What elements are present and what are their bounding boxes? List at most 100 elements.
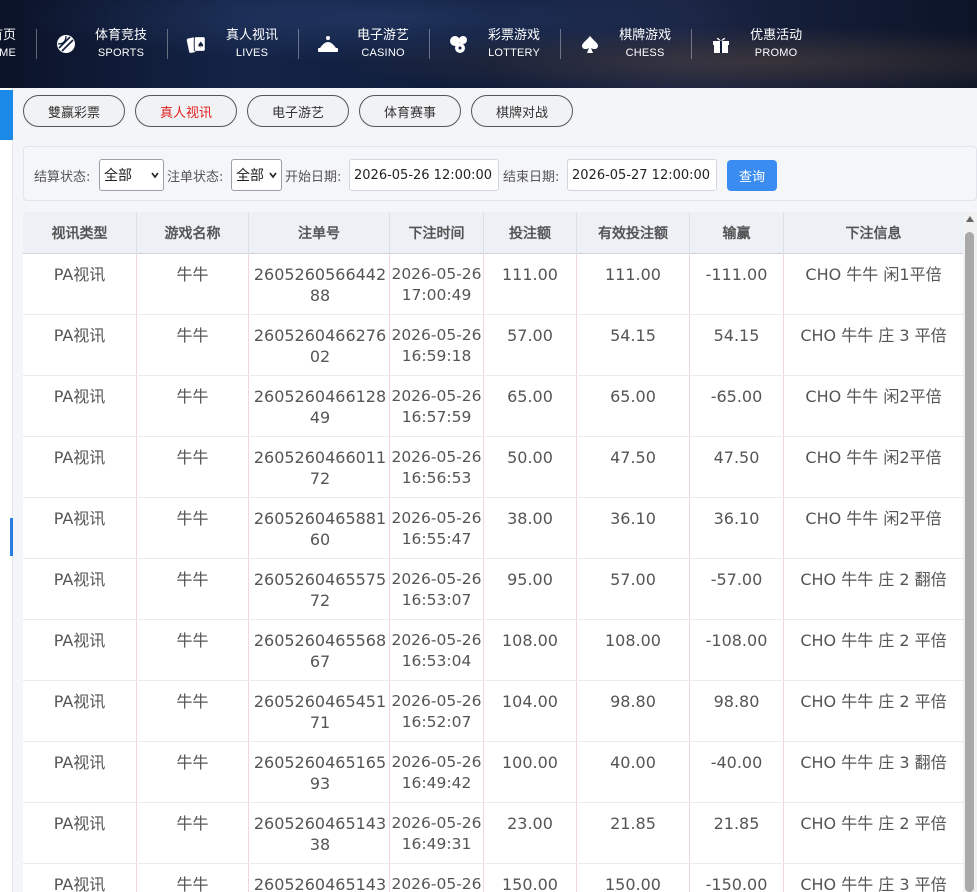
gift-icon	[710, 33, 732, 55]
chevron-down-icon	[269, 172, 277, 179]
cell-win-loss: -40.00	[690, 742, 784, 802]
settle-status-select[interactable]: 全部	[99, 159, 164, 191]
cell-game-name: 牛牛	[137, 803, 249, 863]
table-row: PA视讯 牛牛 260526046556867 2026-05-26 16:53:04 1…	[23, 620, 963, 681]
cell-bet-info: CHO 牛牛 庄 3 平倍	[800, 875, 947, 892]
bet-clock-time: 16:49:42	[401, 774, 472, 792]
left-sidebar-edge	[0, 88, 13, 892]
cell-valid-bet: 54.15	[577, 315, 690, 375]
table-row: PA视讯 牛牛 260526046514338 2026-05-26 16:49:31 2…	[23, 803, 963, 864]
cell-bet-info: CHO 牛牛 庄 2 平倍	[800, 692, 947, 711]
bet-records-table: 视讯类型 游戏名称 注单号 下注时间 投注额 有效投注额 输赢 下注信息 PA视…	[23, 212, 963, 892]
filter-bar: 结算状态: 全部 注单状态: 全部 开始日期: 2026-05-26 12:00…	[23, 146, 977, 201]
end-date-value: 2026-05-27 12:00:00	[572, 167, 711, 183]
cell-bet-info: CHO 牛牛 闲1平倍	[805, 265, 942, 284]
table-scrollbar[interactable]	[963, 212, 977, 892]
nav-item-lives[interactable]: ♠ 真人视讯 LIVES	[186, 24, 278, 64]
cell-bet-info: CHO 牛牛 闲2平倍	[805, 448, 942, 467]
nav-item-label: 体育竞技	[95, 27, 148, 43]
cell-video-type: PA视讯	[23, 498, 137, 558]
end-date-input[interactable]: 2026-05-27 12:00:00	[567, 159, 717, 191]
tab-live-video[interactable]: 真人视讯	[135, 95, 237, 127]
nav-item-promo[interactable]: 优惠活动 PROMO	[710, 24, 802, 64]
cell-win-loss: 36.10	[690, 498, 784, 558]
svg-text:♠: ♠	[197, 40, 204, 50]
cell-valid-bet: 36.10	[577, 498, 690, 558]
tab-sports[interactable]: 体育赛事	[359, 95, 461, 127]
cell-video-type: PA视讯	[23, 803, 137, 863]
category-tabs: 雙赢彩票 真人视讯 电子游艺 体育赛事 棋牌对战	[13, 88, 977, 138]
cell-bet-amount: 65.00	[484, 376, 577, 436]
cell-bet-time: 2026-05-26 16:53:07	[390, 559, 484, 619]
lottery-balls-icon	[448, 33, 470, 55]
cell-bet-amount: 57.00	[484, 315, 577, 375]
nav-item-lottery[interactable]: 彩票游戏 LOTTERY	[448, 24, 540, 64]
cell-video-type: PA视讯	[23, 254, 137, 314]
nav-item-sports[interactable]: 体育竞技 SPORTS	[55, 24, 147, 64]
cell-win-loss: 98.80	[690, 681, 784, 741]
header-video-type: 视讯类型	[23, 212, 137, 254]
cell-order-number: 260526046556867	[249, 620, 390, 680]
start-date-value: 2026-05-26 12:00:00	[354, 167, 493, 183]
cell-game-name: 牛牛	[137, 864, 249, 892]
cell-video-type: PA视讯	[23, 437, 137, 497]
nav-divider	[36, 29, 37, 59]
cell-win-loss: -108.00	[690, 620, 784, 680]
bet-date: 2026-05-26	[391, 509, 482, 527]
tab-electronic-games[interactable]: 电子游艺	[247, 95, 349, 127]
cell-bet-info: CHO 牛牛 庄 3 平倍	[800, 326, 947, 345]
cell-video-type: PA视讯	[23, 864, 137, 892]
bet-date: 2026-05-26	[391, 570, 482, 588]
bet-clock-time: 16:56:53	[401, 469, 472, 487]
nav-item-label: 真人视讯	[226, 27, 279, 43]
scrollbar-thumb[interactable]	[965, 232, 974, 892]
table-row: PA视讯 牛牛 260526046545171 2026-05-26 16:52:07 1…	[23, 681, 963, 742]
order-status-select[interactable]: 全部	[231, 159, 282, 191]
query-button[interactable]: 查询	[727, 160, 777, 191]
cell-valid-bet: 21.85	[577, 803, 690, 863]
chevron-down-icon	[151, 172, 159, 179]
cell-bet-time: 2026-05-2616:49:20	[390, 864, 484, 892]
cell-order-number: 260526046516593	[249, 742, 390, 802]
cell-bet-amount: 104.00	[484, 681, 577, 741]
cell-valid-bet: 98.80	[577, 681, 690, 741]
cell-valid-bet: 108.00	[577, 620, 690, 680]
nav-item-sub: PROMO	[754, 46, 798, 59]
nav-item-sub: LIVES	[235, 46, 269, 59]
bet-date: 2026-05-26	[391, 814, 482, 832]
header-game-name: 游戏名称	[137, 212, 249, 254]
table-row: PA视讯 牛牛 260526046588160 2026-05-26 16:55:47 3…	[23, 498, 963, 559]
nav-divider	[167, 29, 169, 59]
start-date-input[interactable]: 2026-05-26 12:00:00	[349, 159, 499, 191]
end-date-label: 结束日期:	[503, 170, 560, 185]
cell-game-name: 牛牛	[137, 254, 249, 314]
table-row: PA视讯 牛牛 260526046627602 2026-05-26 16:59:18 5…	[23, 315, 963, 376]
cell-bet-amount: 111.00	[484, 254, 577, 314]
nav-item-label: 优惠活动	[750, 27, 803, 43]
bet-clock-time: 16:59:18	[401, 347, 472, 365]
cell-bet-time: 2026-05-26 16:55:47	[390, 498, 484, 558]
table-row: PA视讯 牛牛 260526046601172 2026-05-26 16:56:53 5…	[23, 437, 963, 498]
cell-win-loss: -150.00	[690, 864, 784, 892]
cell-win-loss: -111.00	[690, 254, 784, 314]
cell-bet-info: CHO 牛牛 闲2平倍	[805, 387, 942, 406]
bet-date: 2026-05-26	[391, 631, 482, 649]
top-nav: 首页 HOME 体育竞技 SPORTS ♠ 真人视讯 LIVES	[0, 0, 977, 88]
order-status-label: 注单状态:	[167, 170, 224, 185]
cell-bet-amount: 95.00	[484, 559, 577, 619]
cell-game-name: 牛牛	[137, 559, 249, 619]
cell-order-number: 260526056644288	[249, 254, 390, 314]
tab-card-games[interactable]: 棋牌对战	[471, 95, 573, 127]
nav-item-casino[interactable]: 电子游艺 CASINO	[317, 24, 409, 64]
scroll-up-icon[interactable]	[966, 216, 974, 222]
cell-order-number: 260526046545171	[249, 681, 390, 741]
bet-clock-time: 17:00:49	[401, 286, 472, 304]
cell-bet-time: 2026-05-26 16:53:04	[390, 620, 484, 680]
nav-item-chess[interactable]: 棋牌游戏 CHESS	[579, 24, 671, 64]
nav-item-home[interactable]: 首页 HOME	[0, 24, 16, 64]
bet-clock-time: 16:53:07	[401, 591, 472, 609]
tab-lottery[interactable]: 雙赢彩票	[23, 95, 125, 127]
cell-order-number: 260526046557572	[249, 559, 390, 619]
cell-bet-info: CHO 牛牛 庄 2 平倍	[800, 631, 947, 650]
cell-bet-time: 2026-05-26 16:59:18	[390, 315, 484, 375]
